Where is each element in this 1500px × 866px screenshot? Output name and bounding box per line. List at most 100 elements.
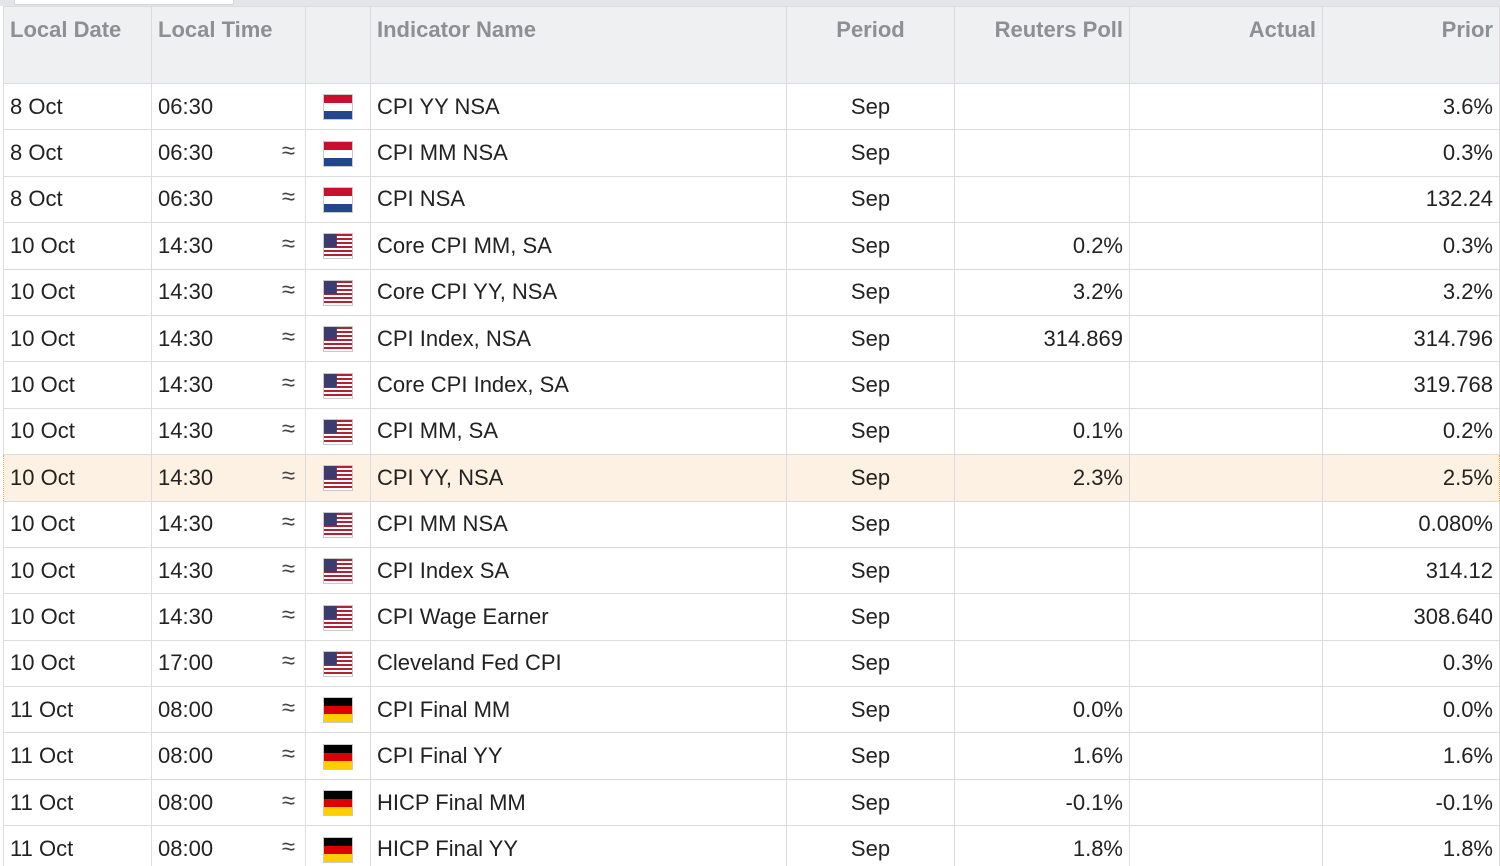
cell-local-date: 11 Oct <box>3 686 152 734</box>
cell-indicator-name[interactable]: HICP Final YY <box>370 825 787 866</box>
table-row[interactable]: 10 Oct 14:30 ≈ Core CPI MM, SA Sep 0.2% 0.3% <box>3 222 1500 270</box>
cell-actual <box>1129 546 1323 595</box>
cell-period: Sep <box>786 500 955 548</box>
approximate-time-icon: ≈ <box>281 601 295 629</box>
table-row[interactable]: 10 Oct 14:30 ≈ Core CPI YY, NSA Sep 3.2% 3.2% <box>3 268 1500 316</box>
netherlands-flag-icon <box>323 140 353 167</box>
table-row[interactable]: 10 Oct 14:30 ≈ CPI MM, SA Sep 0.1% 0.2% <box>3 407 1500 456</box>
table-row[interactable]: 11 Oct 08:00 ≈ CPI Final MM Sep 0.0% 0.0% <box>3 686 1500 734</box>
us-flag-icon <box>323 604 353 631</box>
cell-reuters-poll <box>954 175 1130 224</box>
table-row[interactable]: 10 Oct 17:00 ≈ Cleveland Fed CPI Sep 0.3% <box>3 639 1500 688</box>
cell-local-date: 11 Oct <box>3 778 152 827</box>
table-row[interactable]: 8 Oct 06:30 ≈ CPI MM NSA Sep 0.3% <box>3 129 1500 177</box>
cell-indicator-name[interactable]: Core CPI YY, NSA <box>370 268 787 316</box>
cell-indicator-name[interactable]: CPI MM NSA <box>370 500 787 548</box>
cell-actual <box>1129 639 1323 688</box>
cell-prior: 2.5% <box>1322 454 1500 502</box>
cell-reuters-poll: 0.2% <box>954 222 1130 270</box>
cell-actual <box>1129 686 1323 734</box>
cell-indicator-name[interactable]: CPI MM, SA <box>370 407 787 456</box>
us-flag-icon <box>323 326 353 353</box>
table-row[interactable]: 11 Oct 08:00 ≈ CPI Final YY Sep 1.6% 1.6% <box>3 732 1500 780</box>
cell-reuters-poll <box>954 129 1130 177</box>
cell-indicator-name[interactable]: CPI Wage Earner <box>370 593 787 641</box>
cell-local-date: 10 Oct <box>3 314 152 363</box>
cell-indicator-name[interactable]: CPI Final MM <box>370 686 787 734</box>
economic-calendar-page: Local Date Local Time Indicator Name Per… <box>0 0 1500 866</box>
cell-local-date: 8 Oct <box>3 175 152 224</box>
table-body: 8 Oct 06:30 CPI YY NSA Sep 3.6% 8 Oct 06:30 ≈ CP… <box>3 82 1500 866</box>
cell-country-flag <box>305 175 371 224</box>
cell-country-flag <box>305 778 371 827</box>
header-local-date[interactable]: Local Date <box>3 6 152 84</box>
cell-prior: 0.3% <box>1322 129 1500 177</box>
cell-country-flag <box>305 732 371 780</box>
cell-actual <box>1129 454 1323 502</box>
cell-actual <box>1129 500 1323 548</box>
cell-indicator-name[interactable]: CPI NSA <box>370 175 787 224</box>
netherlands-flag-icon <box>323 187 353 214</box>
cell-period: Sep <box>786 454 955 502</box>
cell-indicator-name[interactable]: CPI YY, NSA <box>370 454 787 502</box>
cell-local-time: 14:30 ≈ <box>151 361 306 409</box>
cell-prior: 0.080% <box>1322 500 1500 548</box>
cell-indicator-name[interactable]: CPI YY NSA <box>370 82 787 131</box>
cell-period: Sep <box>786 639 955 688</box>
cell-local-date: 10 Oct <box>3 546 152 595</box>
cell-prior: 1.6% <box>1322 732 1500 780</box>
cell-indicator-name[interactable]: Core CPI MM, SA <box>370 222 787 270</box>
header-local-time[interactable]: Local Time <box>151 6 306 84</box>
table-row[interactable]: 10 Oct 14:30 ≈ CPI YY, NSA Sep 2.3% 2.5% <box>3 454 1500 502</box>
cell-actual <box>1129 407 1323 456</box>
cell-actual <box>1129 82 1323 131</box>
time-value: 14:30 <box>158 557 214 583</box>
approximate-time-icon: ≈ <box>281 276 295 304</box>
cell-actual <box>1129 222 1323 270</box>
table-row[interactable]: 10 Oct 14:30 ≈ CPI Index, NSA Sep 314.869 314.… <box>3 314 1500 363</box>
header-actual[interactable]: Actual <box>1129 6 1323 84</box>
approximate-time-icon: ≈ <box>281 647 295 675</box>
header-period[interactable]: Period <box>786 6 955 84</box>
approximate-time-icon: ≈ <box>281 183 295 211</box>
table-header-row: Local Date Local Time Indicator Name Per… <box>3 6 1500 84</box>
cell-country-flag <box>305 686 371 734</box>
time-value: 14:30 <box>158 279 214 305</box>
table-row[interactable]: 8 Oct 06:30 ≈ CPI NSA Sep 132.24 <box>3 175 1500 224</box>
table-row[interactable]: 10 Oct 14:30 ≈ CPI Index SA Sep 314.12 <box>3 546 1500 595</box>
germany-flag-icon <box>323 790 353 817</box>
germany-flag-icon <box>323 743 353 770</box>
time-value: 06:30 <box>158 140 214 166</box>
cell-local-time: 08:00 ≈ <box>151 686 306 734</box>
cell-indicator-name[interactable]: Core CPI Index, SA <box>370 361 787 409</box>
cell-local-date: 10 Oct <box>3 500 152 548</box>
cell-indicator-name[interactable]: HICP Final MM <box>370 778 787 827</box>
cell-indicator-name[interactable]: CPI Index SA <box>370 546 787 595</box>
table-row[interactable]: 10 Oct 14:30 ≈ CPI Wage Earner Sep 308.640 <box>3 593 1500 641</box>
cell-local-date: 10 Oct <box>3 407 152 456</box>
header-indicator-name[interactable]: Indicator Name <box>370 6 787 84</box>
cell-indicator-name[interactable]: CPI Final YY <box>370 732 787 780</box>
germany-flag-icon <box>323 836 353 863</box>
cell-local-date: 8 Oct <box>3 129 152 177</box>
cell-reuters-poll <box>954 546 1130 595</box>
us-flag-icon <box>323 279 353 306</box>
table-row[interactable]: 10 Oct 14:30 ≈ Core CPI Index, SA Sep 319.768 <box>3 361 1500 409</box>
table-row[interactable]: 8 Oct 06:30 CPI YY NSA Sep 3.6% <box>3 82 1500 131</box>
cell-local-time: 08:00 ≈ <box>151 778 306 827</box>
table-row[interactable]: 11 Oct 08:00 ≈ HICP Final MM Sep -0.1% -0.1% <box>3 778 1500 827</box>
approximate-time-icon: ≈ <box>281 415 295 443</box>
approximate-time-icon: ≈ <box>281 554 295 582</box>
table-row[interactable]: 11 Oct 08:00 ≈ HICP Final YY Sep 1.8% 1.8% <box>3 825 1500 866</box>
approximate-time-icon: ≈ <box>281 786 295 814</box>
cell-indicator-name[interactable]: CPI MM NSA <box>370 129 787 177</box>
cell-indicator-name[interactable]: Cleveland Fed CPI <box>370 639 787 688</box>
table-row[interactable]: 10 Oct 14:30 ≈ CPI MM NSA Sep 0.080% <box>3 500 1500 548</box>
top-tab[interactable] <box>14 0 234 5</box>
cell-country-flag <box>305 407 371 456</box>
cell-country-flag <box>305 268 371 316</box>
header-prior[interactable]: Prior <box>1322 6 1500 84</box>
cell-prior: 3.6% <box>1322 82 1500 131</box>
cell-indicator-name[interactable]: CPI Index, NSA <box>370 314 787 363</box>
header-reuters-poll[interactable]: Reuters Poll <box>954 6 1130 84</box>
